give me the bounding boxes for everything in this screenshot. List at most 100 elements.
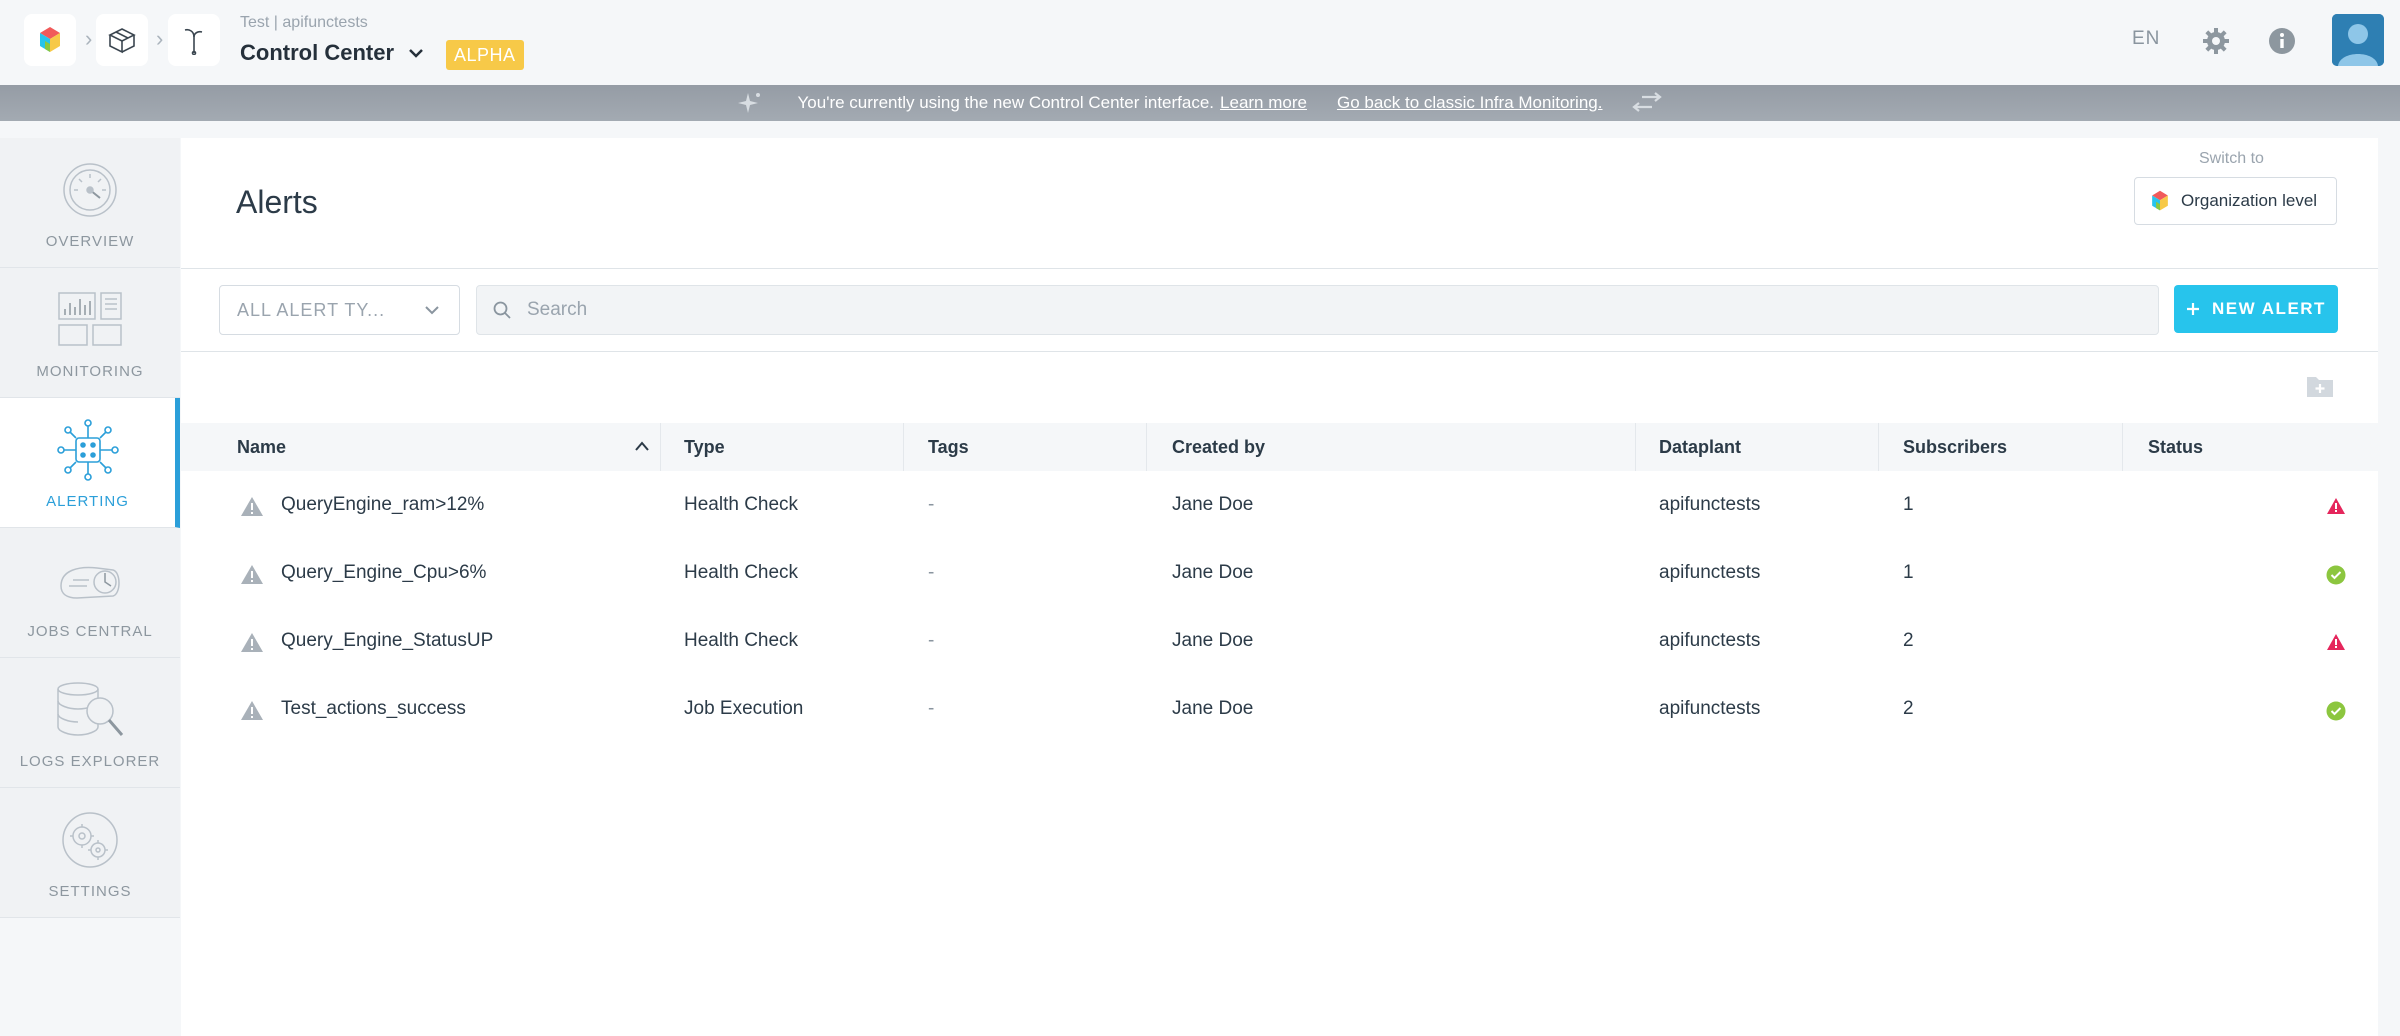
plus-icon (2187, 303, 2200, 315)
alert-created-by: Jane Doe (1172, 698, 1254, 719)
divider (181, 268, 2378, 269)
page-title: Alerts (236, 184, 318, 220)
gears-icon (50, 805, 130, 875)
chevron-down-icon (425, 306, 439, 315)
sidebar-item-label: SETTINGS (48, 883, 132, 900)
organization-level-button[interactable]: Organization level (2134, 177, 2337, 225)
user-avatar-button[interactable] (2332, 14, 2384, 66)
sidebar-item-monitoring[interactable]: MONITORING (0, 268, 180, 398)
add-folder-button[interactable] (2305, 373, 2335, 401)
alert-type: Health Check (684, 630, 799, 651)
avatar-icon (2332, 14, 2384, 66)
alert-type: Health Check (684, 562, 799, 583)
search-bar[interactable] (476, 285, 2159, 335)
swap-arrows-icon (1632, 92, 1662, 112)
sidebar-item-label: ALERTING (46, 493, 129, 510)
alert-name[interactable]: Query_Engine_Cpu>6% (281, 539, 486, 607)
alert-tags: - (928, 562, 935, 583)
column-header-subscribers[interactable]: Subscribers (1903, 423, 2007, 471)
table-row[interactable]: Test_actions_success Job Execution - Jan… (181, 675, 2378, 743)
sidebar-item-alerting[interactable]: ALERTING (0, 398, 180, 528)
warning-icon (241, 701, 263, 720)
alert-created-by: Jane Doe (1172, 494, 1254, 515)
gauge-icon (50, 155, 130, 225)
alert-subscribers: 2 (1903, 630, 1914, 651)
alert-tags: - (928, 494, 935, 515)
switch-to-label: Switch to (2199, 150, 2264, 167)
new-alert-label: NEW ALERT (2212, 299, 2326, 318)
search-icon (493, 301, 511, 319)
breadcrumb-dataplant-button[interactable] (168, 14, 220, 66)
alert-type-filter[interactable]: ALL ALERT TY... (219, 285, 460, 335)
sidebar-item-label: MONITORING (36, 363, 144, 380)
language-selector[interactable]: EN (2132, 28, 2160, 50)
settings-button[interactable] (2199, 24, 2233, 58)
classic-monitoring-link[interactable]: Go back to classic Infra Monitoring. (1337, 93, 1603, 113)
organization-level-label: Organization level (2181, 191, 2318, 210)
logo-icon (40, 27, 60, 52)
alpha-badge: ALPHA (446, 40, 524, 70)
sparkle-icon (738, 93, 760, 113)
table-row[interactable]: Query_Engine_StatusUP Health Check - Jan… (181, 607, 2378, 675)
status-alert-icon (2327, 634, 2345, 650)
dataplant-icon (184, 28, 203, 55)
warning-icon (241, 633, 263, 652)
table-row[interactable]: QueryEngine_ram>12% Health Check - Jane … (181, 471, 2378, 539)
learn-more-link[interactable]: Learn more (1220, 93, 1307, 113)
sidebar-item-label: OVERVIEW (45, 233, 135, 250)
sidebar-item-jobs-central[interactable]: JOBS CENTRAL (0, 528, 180, 658)
search-input[interactable] (527, 299, 2027, 321)
alert-dataplant: apifunctests (1659, 698, 1761, 719)
alert-name[interactable]: Query_Engine_StatusUP (281, 607, 493, 675)
alert-subscribers: 1 (1903, 494, 1914, 515)
alert-created-by: Jane Doe (1172, 630, 1254, 651)
new-alert-button[interactable]: NEW ALERT (2174, 285, 2338, 333)
folder-plus-icon (2307, 377, 2333, 397)
alert-dataplant: apifunctests (1659, 494, 1761, 515)
breadcrumb-separator: › (85, 26, 93, 51)
sidebar-item-label: JOBS CENTRAL (27, 623, 153, 640)
breadcrumb-separator: › (156, 26, 164, 51)
cubes-icon (108, 28, 136, 54)
alert-dataplant: apifunctests (1659, 630, 1761, 651)
jobs-icon (50, 545, 130, 615)
alert-name[interactable]: QueryEngine_ram>12% (281, 471, 484, 539)
alerts-table: Name Type Tags Created by Dataplant Subs… (181, 423, 2378, 743)
app-title: Control Center (240, 40, 394, 65)
app-logo-button[interactable] (24, 14, 76, 66)
alert-type-filter-value: ALL ALERT TY... (237, 299, 386, 320)
sidebar-item-settings[interactable]: SETTINGS (0, 788, 180, 918)
status-ok-icon (2326, 701, 2346, 721)
chevron-down-icon (409, 49, 423, 58)
sidebar-item-logs-explorer[interactable]: LOGS EXPLORER (0, 658, 180, 788)
sort-ascending-icon[interactable] (634, 439, 650, 453)
logo-icon (2152, 190, 2168, 211)
column-separator (2122, 423, 2123, 471)
column-header-type[interactable]: Type (684, 423, 725, 471)
dashboard-icon (50, 285, 130, 355)
alert-network-icon (48, 415, 128, 485)
column-separator (1878, 423, 1879, 471)
status-alert-icon (2327, 498, 2345, 514)
app-switcher[interactable]: Control Center (240, 40, 424, 66)
column-header-created-by[interactable]: Created by (1172, 423, 1265, 471)
column-header-tags[interactable]: Tags (928, 423, 969, 471)
table-row[interactable]: Query_Engine_Cpu>6% Health Check - Jane … (181, 539, 2378, 607)
alert-created-by: Jane Doe (1172, 562, 1254, 583)
info-button[interactable] (2265, 24, 2299, 58)
breadcrumb-project-button[interactable] (96, 14, 148, 66)
sidebar-item-overview[interactable]: OVERVIEW (0, 138, 180, 268)
alert-name[interactable]: Test_actions_success (281, 675, 466, 743)
alert-tags: - (928, 698, 935, 719)
alert-subscribers: 1 (1903, 562, 1914, 583)
alert-dataplant: apifunctests (1659, 562, 1761, 583)
column-header-dataplant[interactable]: Dataplant (1659, 423, 1741, 471)
column-separator (660, 423, 661, 471)
column-separator (1635, 423, 1636, 471)
column-header-name[interactable]: Name (237, 423, 286, 471)
sidebar: OVERVIEW MONITORING ALERTING JOBS CENTRA… (0, 138, 180, 918)
column-header-status[interactable]: Status (2148, 423, 2203, 471)
sidebar-item-label: LOGS EXPLORER (19, 753, 161, 770)
warning-icon (241, 565, 263, 584)
warning-icon (241, 497, 263, 516)
